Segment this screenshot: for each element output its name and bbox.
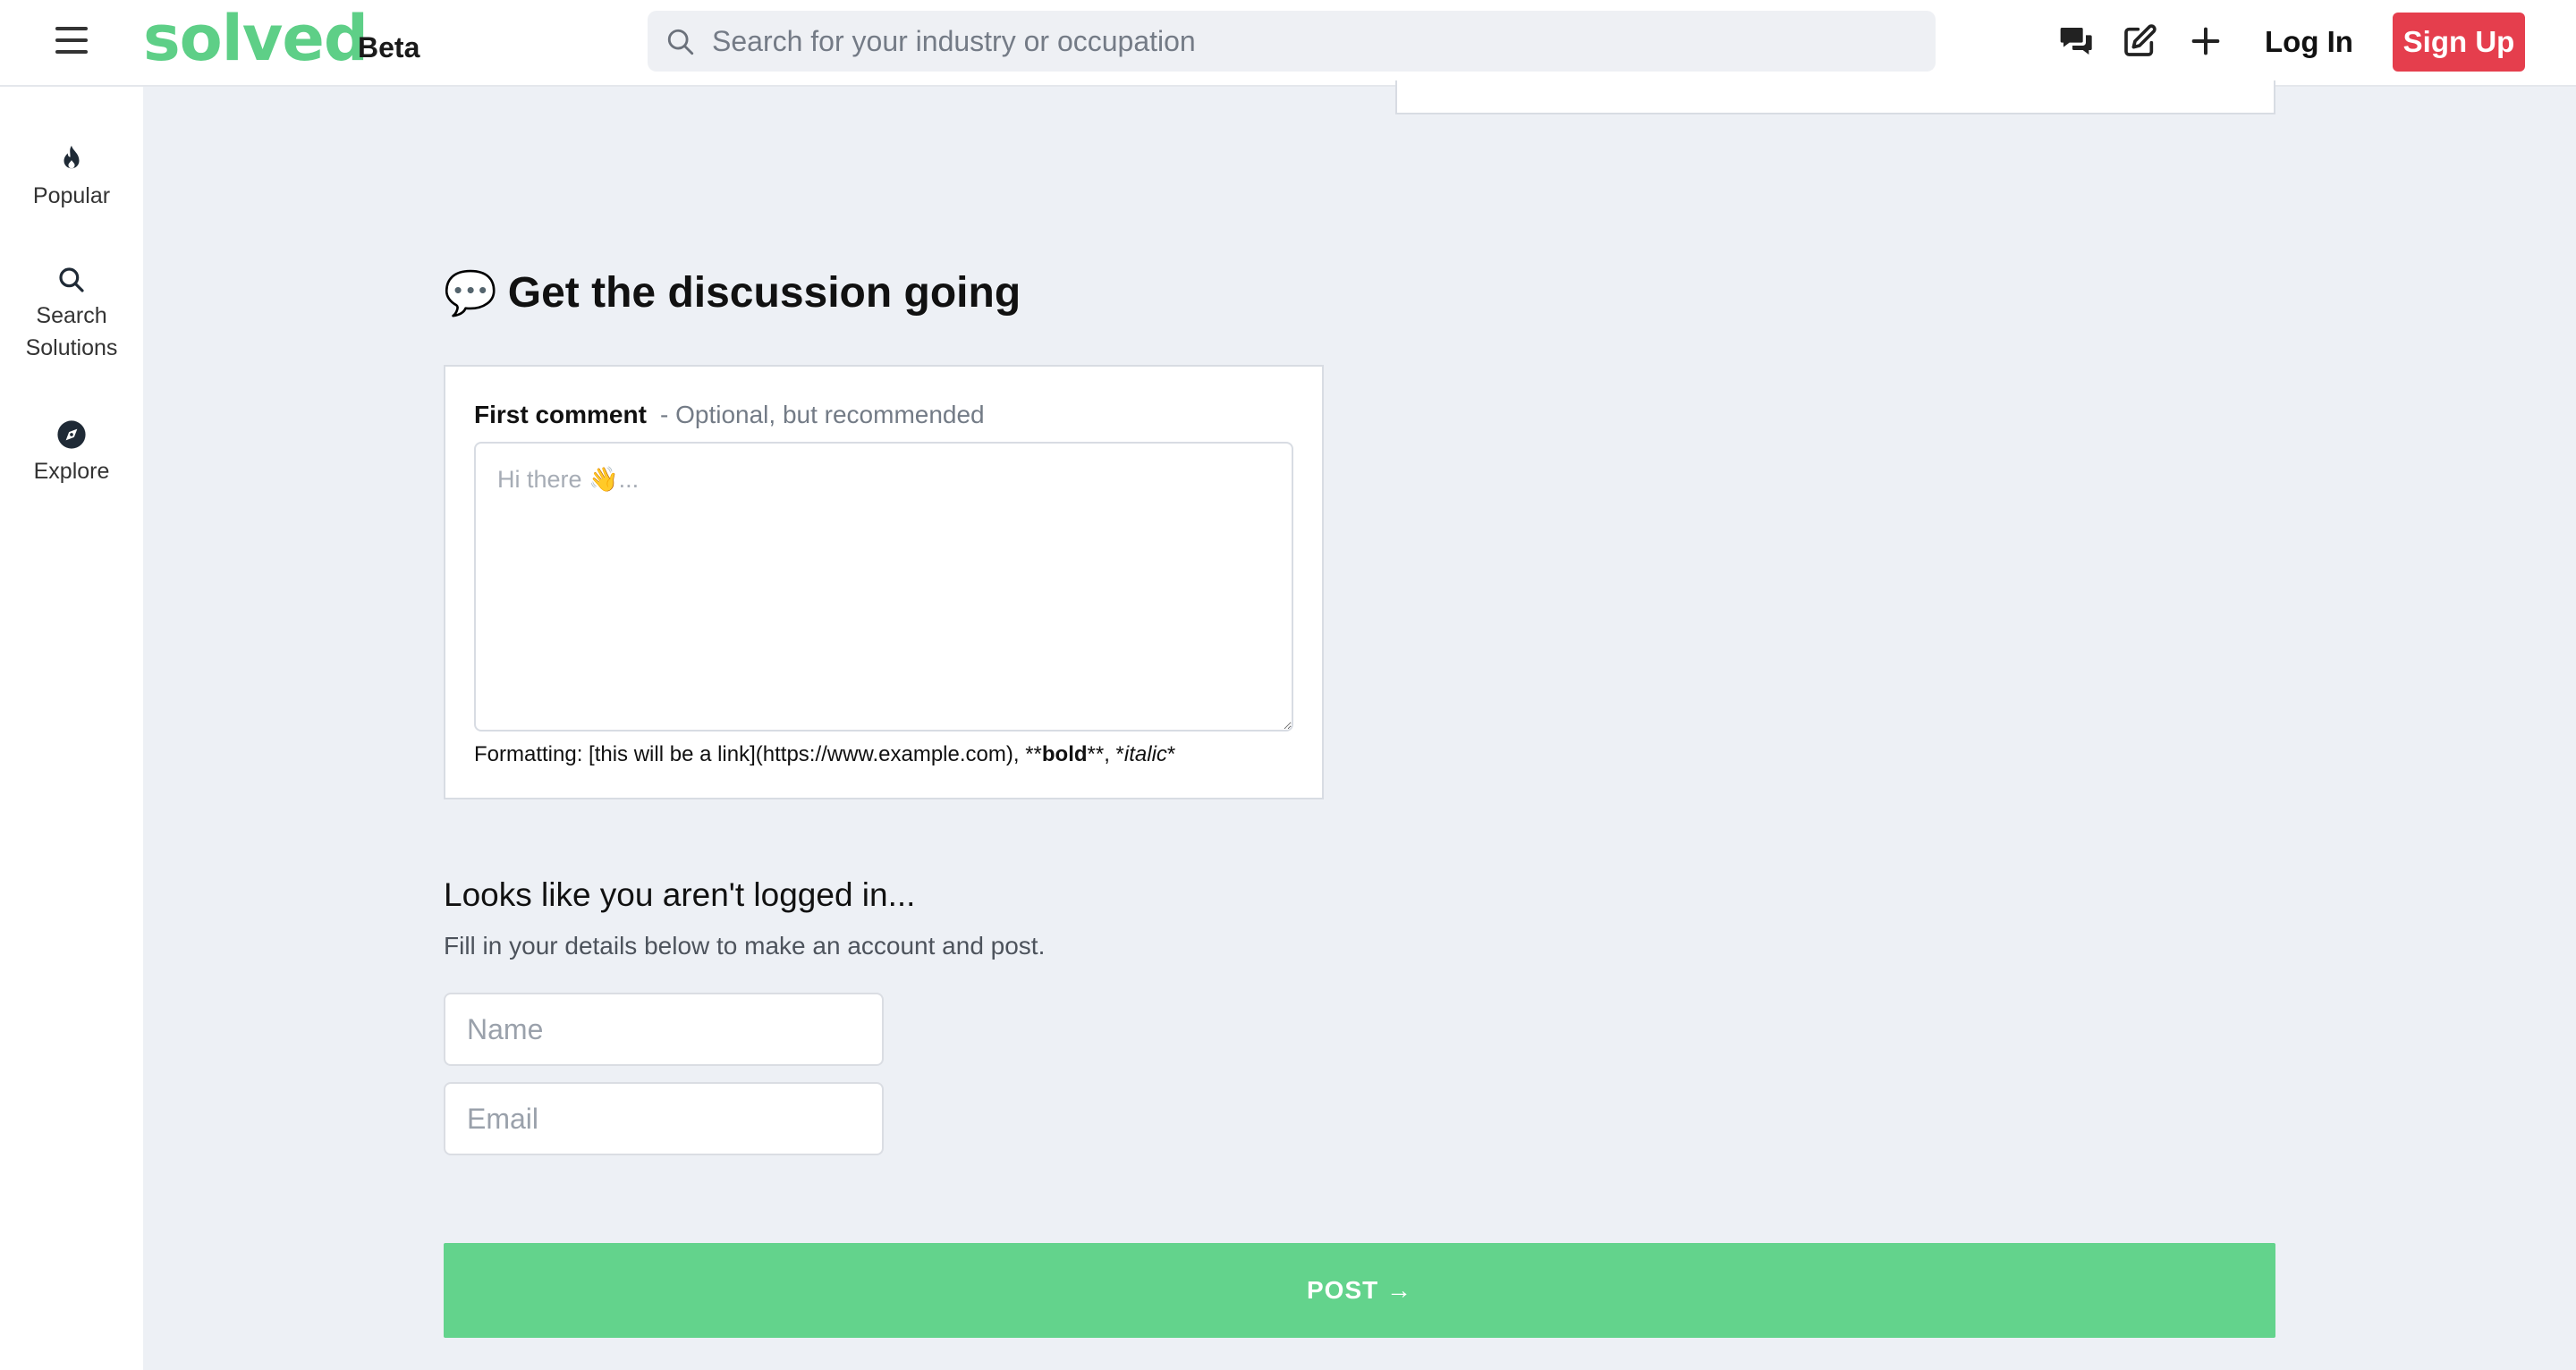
login-title: Looks like you aren't logged in... xyxy=(444,876,916,913)
top-bar: solved Beta Log In Sign Up xyxy=(0,0,2576,87)
beta-badge: Beta xyxy=(358,31,420,63)
compass-icon xyxy=(57,420,86,449)
chat-bubbles-icon[interactable] xyxy=(2059,23,2095,59)
sidebar-item-search-solutions[interactable]: Search Solutions xyxy=(0,266,143,364)
formatting-italic: italic xyxy=(1123,742,1167,766)
search-bar[interactable] xyxy=(648,11,1936,72)
section-heading: 💬 Get the discussion going xyxy=(444,261,1021,324)
heading-text: Get the discussion going xyxy=(507,268,1021,317)
login-subtitle: Fill in your details below to make an ac… xyxy=(444,932,1046,960)
formatting-bold: bold xyxy=(1041,742,1088,766)
logo[interactable]: solved xyxy=(143,2,369,75)
speech-bubble-icon: 💬 xyxy=(444,269,497,317)
sidebar-item-label-2: Solutions xyxy=(25,335,118,360)
formatting-hint: Formatting: [this will be a link](https:… xyxy=(474,742,1175,767)
sidebar: Popular Search Solutions Explore xyxy=(0,87,143,1370)
post-button[interactable]: POST → xyxy=(444,1243,2275,1338)
login-button[interactable]: Log In xyxy=(2265,20,2353,64)
signup-button[interactable]: Sign Up xyxy=(2393,13,2525,72)
email-field[interactable] xyxy=(444,1082,884,1155)
search-icon xyxy=(667,29,694,55)
sidebar-item-label: Explore xyxy=(33,459,110,484)
comment-textarea[interactable] xyxy=(474,442,1293,732)
previous-card xyxy=(1395,80,2275,114)
formatting-text-mid: **, * xyxy=(1087,742,1124,766)
comment-label-hint: - Optional, but recommended xyxy=(660,401,985,428)
edit-icon[interactable] xyxy=(2122,23,2157,59)
comment-label: First comment xyxy=(474,401,647,428)
sidebar-item-label: Popular xyxy=(32,183,111,208)
search-icon xyxy=(59,267,84,292)
sidebar-item-label: Search xyxy=(36,303,107,328)
menu-icon[interactable] xyxy=(55,27,88,54)
flame-icon xyxy=(64,145,80,169)
formatting-text: Formatting: [this will be a link](https:… xyxy=(474,742,1042,766)
sidebar-item-explore[interactable]: Explore xyxy=(0,419,143,487)
plus-icon[interactable] xyxy=(2188,23,2224,59)
formatting-text-end: * xyxy=(1166,742,1176,766)
name-field[interactable] xyxy=(444,993,884,1066)
sidebar-item-popular[interactable]: Popular xyxy=(0,142,143,212)
search-input[interactable] xyxy=(712,11,1919,72)
first-comment-card: First comment - Optional, but recommende… xyxy=(444,365,1324,799)
